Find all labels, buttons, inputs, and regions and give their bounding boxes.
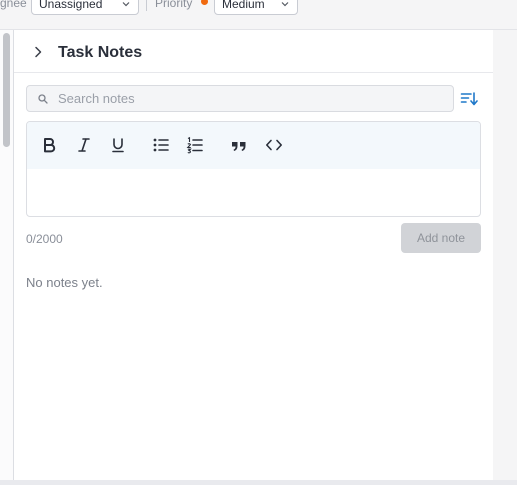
priority-dot-icon: [201, 0, 208, 5]
code-icon[interactable]: [265, 136, 283, 154]
note-text-area[interactable]: [27, 169, 480, 216]
underline-icon[interactable]: [109, 136, 127, 154]
priority-value: Medium: [222, 0, 265, 11]
priority-label: Priority: [155, 0, 193, 10]
add-note-button[interactable]: Add note: [401, 223, 481, 253]
chevron-down-icon: [122, 2, 130, 7]
divider: [146, 0, 147, 11]
task-notes-panel: Task Notes Search notes 0/2000 Add note …: [14, 30, 493, 480]
note-editor[interactable]: [26, 121, 481, 217]
character-count: 0/2000: [26, 232, 63, 246]
scrollbar[interactable]: [0, 30, 14, 480]
panel-title: Task Notes: [58, 44, 143, 61]
search-icon: [38, 94, 48, 104]
task-properties-bar: gnee Unassigned Priority Medium: [0, 0, 517, 30]
bottom-edge: [0, 480, 517, 485]
empty-state-text: No notes yet.: [26, 275, 103, 290]
priority-select[interactable]: Medium: [214, 0, 298, 15]
editor-toolbar: [27, 122, 480, 169]
scrollbar-thumb[interactable]: [3, 33, 10, 147]
search-input[interactable]: [58, 88, 438, 109]
chevron-right-icon[interactable]: [32, 46, 44, 58]
assignee-select[interactable]: Unassigned: [31, 0, 139, 15]
sort-icon[interactable]: [460, 90, 478, 108]
italic-icon[interactable]: [75, 136, 93, 154]
panel-header: Task Notes: [14, 30, 493, 73]
assignee-value: Unassigned: [39, 0, 103, 11]
numbered-list-icon[interactable]: [186, 136, 204, 154]
chevron-down-icon: [281, 2, 289, 7]
bullet-list-icon[interactable]: [152, 136, 170, 154]
quote-icon[interactable]: [230, 136, 248, 154]
bold-icon[interactable]: [40, 136, 58, 154]
search-field[interactable]: [26, 85, 454, 112]
assignee-label: gnee: [0, 0, 27, 10]
